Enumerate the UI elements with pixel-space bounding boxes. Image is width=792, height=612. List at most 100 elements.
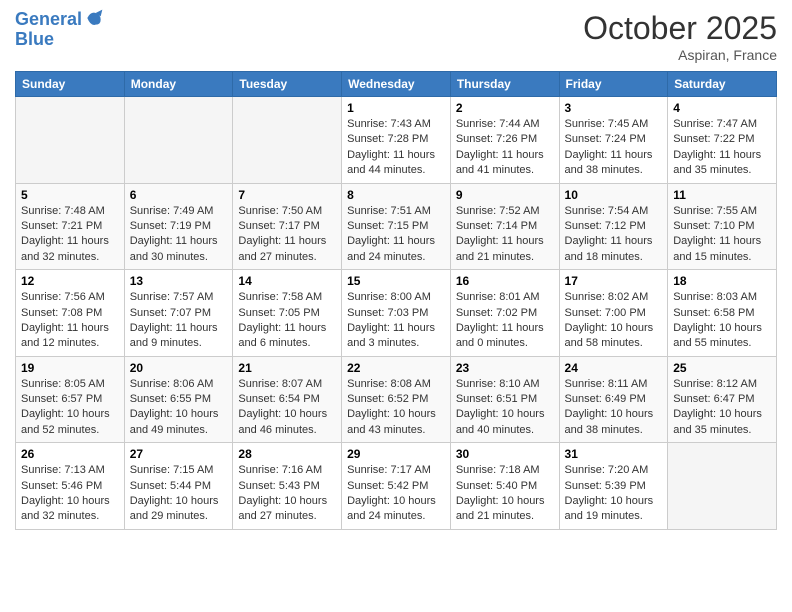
day-number: 30: [456, 447, 554, 461]
day-number: 27: [130, 447, 228, 461]
calendar-cell: [124, 97, 233, 184]
calendar-week-2: 5Sunrise: 7:48 AMSunset: 7:21 PMDaylight…: [16, 183, 777, 270]
day-number: 25: [673, 361, 771, 375]
day-number: 13: [130, 274, 228, 288]
calendar-cell: 10 Sunrise: 7:54 AMSunset: 7:12 PMDayligh…: [559, 183, 668, 270]
calendar-cell: 23Sunrise: 8:10 AMSunset: 6:51 PMDayligh…: [450, 356, 559, 443]
weekday-header-friday: Friday: [559, 72, 668, 97]
calendar-cell: 18 Sunrise: 8:03 AMSunset: 6:58 PMDayligh…: [668, 270, 777, 357]
day-info: Sunrise: 7:20 AMSunset: 5:39 PMDaylight:…: [565, 463, 663, 525]
day-number: 24: [565, 361, 663, 375]
calendar-cell: 27 Sunrise: 7:15 AMSunset: 5:44 PMDayligh…: [124, 443, 233, 530]
day-info: Sunrise: 7:18 AMSunset: 5:40 PMDaylight:…: [456, 463, 554, 525]
day-number: 6: [130, 188, 228, 202]
weekday-header-thursday: Thursday: [450, 72, 559, 97]
day-info: Sunrise: 7:49 AMSunset: 7:19 PMDaylight:…: [130, 204, 228, 266]
calendar-cell: [16, 97, 125, 184]
weekday-header-row: SundayMondayTuesdayWednesdayThursdayFrid…: [16, 72, 777, 97]
calendar-cell: 26 Sunrise: 7:13 AMSunset: 5:46 PMDayligh…: [16, 443, 125, 530]
calendar-cell: 20 Sunrise: 8:06 AMSunset: 6:55 PMDayligh…: [124, 356, 233, 443]
month-title: October 2025: [583, 10, 777, 47]
location: Aspiran, France: [583, 47, 777, 63]
day-number: 20: [130, 361, 228, 375]
day-number: 7: [238, 188, 336, 202]
day-info: Sunrise: 7:15 AMSunset: 5:44 PMDaylight:…: [130, 463, 228, 525]
day-number: 19: [21, 361, 119, 375]
day-info: Sunrise: 8:01 AMSunset: 7:02 PMDaylight:…: [456, 290, 554, 352]
day-info: Sunrise: 7:57 AMSunset: 7:07 PMDaylight:…: [130, 290, 228, 352]
day-number: 10: [565, 188, 663, 202]
calendar-cell: 1Sunrise: 7:43 AMSunset: 7:28 PMDaylight…: [342, 97, 451, 184]
calendar-cell: [233, 97, 342, 184]
day-number: 23: [456, 361, 554, 375]
calendar-cell: 9 Sunrise: 7:52 AMSunset: 7:14 PMDaylight…: [450, 183, 559, 270]
day-number: 2: [456, 101, 554, 115]
day-info: Sunrise: 8:00 AMSunset: 7:03 PMDaylight:…: [347, 290, 445, 352]
day-number: 18: [673, 274, 771, 288]
calendar-cell: [668, 443, 777, 530]
calendar-week-1: 1Sunrise: 7:43 AMSunset: 7:28 PMDaylight…: [16, 97, 777, 184]
calendar-cell: 22 Sunrise: 8:08 AMSunset: 6:52 PMDayligh…: [342, 356, 451, 443]
day-info: Sunrise: 8:08 AMSunset: 6:52 PMDaylight:…: [347, 377, 445, 439]
logo-icon: [84, 8, 104, 28]
day-number: 22: [347, 361, 445, 375]
logo: General Blue: [15, 10, 104, 50]
day-number: 9: [456, 188, 554, 202]
day-info: Sunrise: 8:05 AMSunset: 6:57 PMDaylight:…: [21, 377, 119, 439]
day-info: Sunrise: 7:17 AMSunset: 5:42 PMDaylight:…: [347, 463, 445, 525]
calendar-cell: 14 Sunrise: 7:58 AMSunset: 7:05 PMDayligh…: [233, 270, 342, 357]
day-number: 16: [456, 274, 554, 288]
day-number: 1: [347, 101, 445, 115]
calendar-cell: 19 Sunrise: 8:05 AMSunset: 6:57 PMDayligh…: [16, 356, 125, 443]
calendar-table: SundayMondayTuesdayWednesdayThursdayFrid…: [15, 71, 777, 530]
day-info: Sunrise: 8:06 AMSunset: 6:55 PMDaylight:…: [130, 377, 228, 439]
day-info: Sunrise: 7:13 AMSunset: 5:46 PMDaylight:…: [21, 463, 119, 525]
calendar-cell: 6 Sunrise: 7:49 AMSunset: 7:19 PMDaylight…: [124, 183, 233, 270]
calendar-cell: 4Sunrise: 7:47 AMSunset: 7:22 PMDaylight…: [668, 97, 777, 184]
calendar-week-5: 26 Sunrise: 7:13 AMSunset: 5:46 PMDayligh…: [16, 443, 777, 530]
day-number: 21: [238, 361, 336, 375]
calendar-cell: 13 Sunrise: 7:57 AMSunset: 7:07 PMDayligh…: [124, 270, 233, 357]
day-info: Sunrise: 7:16 AMSunset: 5:43 PMDaylight:…: [238, 463, 336, 525]
calendar-cell: 12Sunrise: 7:56 AMSunset: 7:08 PMDayligh…: [16, 270, 125, 357]
day-number: 4: [673, 101, 771, 115]
day-number: 17: [565, 274, 663, 288]
calendar-week-3: 12Sunrise: 7:56 AMSunset: 7:08 PMDayligh…: [16, 270, 777, 357]
day-info: Sunrise: 7:48 AMSunset: 7:21 PMDaylight:…: [21, 204, 119, 266]
calendar-cell: 25 Sunrise: 8:12 AMSunset: 6:47 PMDayligh…: [668, 356, 777, 443]
day-info: Sunrise: 8:07 AMSunset: 6:54 PMDaylight:…: [238, 377, 336, 439]
day-number: 3: [565, 101, 663, 115]
calendar-cell: 11Sunrise: 7:55 AMSunset: 7:10 PMDayligh…: [668, 183, 777, 270]
weekday-header-tuesday: Tuesday: [233, 72, 342, 97]
logo-text: General: [15, 10, 82, 30]
day-info: Sunrise: 7:44 AMSunset: 7:26 PMDaylight:…: [456, 117, 554, 179]
day-info: Sunrise: 7:52 AMSunset: 7:14 PMDaylight:…: [456, 204, 554, 266]
calendar-cell: 29 Sunrise: 7:17 AMSunset: 5:42 PMDayligh…: [342, 443, 451, 530]
calendar-cell: 15 Sunrise: 8:00 AMSunset: 7:03 PMDayligh…: [342, 270, 451, 357]
day-info: Sunrise: 7:58 AMSunset: 7:05 PMDaylight:…: [238, 290, 336, 352]
day-number: 31: [565, 447, 663, 461]
weekday-header-monday: Monday: [124, 72, 233, 97]
calendar-week-4: 19 Sunrise: 8:05 AMSunset: 6:57 PMDayligh…: [16, 356, 777, 443]
calendar-cell: 24 Sunrise: 8:11 AMSunset: 6:49 PMDayligh…: [559, 356, 668, 443]
calendar-cell: 30 Sunrise: 7:18 AMSunset: 5:40 PMDayligh…: [450, 443, 559, 530]
weekday-header-saturday: Saturday: [668, 72, 777, 97]
weekday-header-sunday: Sunday: [16, 72, 125, 97]
calendar-cell: 2 Sunrise: 7:44 AMSunset: 7:26 PMDaylight…: [450, 97, 559, 184]
day-number: 26: [21, 447, 119, 461]
page-header: General Blue October 2025 Aspiran, Franc…: [15, 10, 777, 63]
title-block: October 2025 Aspiran, France: [583, 10, 777, 63]
day-info: Sunrise: 8:11 AMSunset: 6:49 PMDaylight:…: [565, 377, 663, 439]
day-number: 15: [347, 274, 445, 288]
day-number: 29: [347, 447, 445, 461]
calendar-cell: 21 Sunrise: 8:07 AMSunset: 6:54 PMDayligh…: [233, 356, 342, 443]
calendar-cell: 16 Sunrise: 8:01 AMSunset: 7:02 PMDayligh…: [450, 270, 559, 357]
day-number: 8: [347, 188, 445, 202]
day-info: Sunrise: 8:03 AMSunset: 6:58 PMDaylight:…: [673, 290, 771, 352]
day-info: Sunrise: 7:54 AMSunset: 7:12 PMDaylight:…: [565, 204, 663, 266]
day-info: Sunrise: 7:45 AMSunset: 7:24 PMDaylight:…: [565, 117, 663, 179]
day-info: Sunrise: 8:12 AMSunset: 6:47 PMDaylight:…: [673, 377, 771, 439]
day-number: 14: [238, 274, 336, 288]
calendar-cell: 5Sunrise: 7:48 AMSunset: 7:21 PMDaylight…: [16, 183, 125, 270]
calendar-cell: 31 Sunrise: 7:20 AMSunset: 5:39 PMDayligh…: [559, 443, 668, 530]
